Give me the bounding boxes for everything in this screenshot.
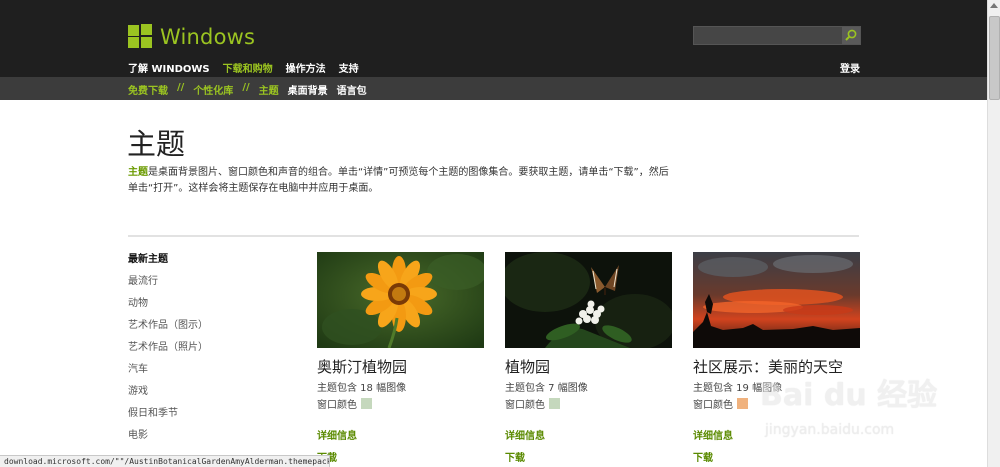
- window-color-swatch: [549, 398, 560, 409]
- breadcrumb-separator: //: [242, 82, 250, 93]
- windows-logo[interactable]: Windows: [128, 24, 255, 49]
- search-input[interactable]: [694, 27, 842, 44]
- window-color-swatch: [361, 398, 372, 409]
- windows-flag-icon: [128, 24, 153, 49]
- nav-how-to[interactable]: 操作方法: [286, 60, 326, 75]
- main-nav: 了解 WINDOWS 下载和购物 操作方法 支持: [128, 60, 359, 75]
- search-icon: [845, 29, 857, 41]
- download-link[interactable]: 下载: [505, 449, 672, 464]
- baidu-watermark-url: jingyan.baidu.com: [765, 422, 895, 438]
- divider: [128, 235, 859, 237]
- baidu-watermark: Bai du 经验 jingyan.baidu.com: [760, 370, 985, 452]
- page-title: 主题: [127, 127, 186, 161]
- intro-line-1: 是桌面背景图片、窗口颜色和声音的组合。单击“详情”可预览每个主题的图像集合。要获…: [148, 167, 669, 178]
- theme-title[interactable]: 植物园: [505, 356, 672, 377]
- breadcrumb-free-downloads[interactable]: 免费下载: [128, 82, 168, 97]
- nav-learn-windows[interactable]: 了解 WINDOWS: [128, 60, 210, 75]
- category-item-movies[interactable]: 电影: [128, 428, 208, 450]
- theme-card: 奥斯汀植物园 主题包含 18 幅图像 窗口颜色 详细信息 下载: [317, 252, 484, 464]
- logo-text: Windows: [160, 24, 256, 49]
- subnav-language-packs[interactable]: 语言包: [337, 82, 367, 97]
- scroll-up-arrow-icon[interactable]: [990, 3, 998, 8]
- window-color-label: 窗口颜色: [505, 400, 545, 411]
- theme-thumbnail-sunset-sky[interactable]: [693, 252, 860, 348]
- category-item-art-illustrated[interactable]: 艺术作品（图示）: [128, 318, 208, 340]
- theme-image-count: 主题包含 7 幅图像: [505, 383, 588, 394]
- login-link[interactable]: 登录: [840, 60, 860, 75]
- breadcrumb-personalization[interactable]: 个性化库: [193, 82, 233, 97]
- breadcrumb: 免费下载 // 个性化库 // 主题 桌面背景 语言包: [0, 77, 988, 100]
- intro-line-2: 单击“打开”。这样会将主题保存在电脑中并应用于桌面。: [128, 182, 379, 194]
- category-item-newest[interactable]: 最新主题: [128, 252, 208, 274]
- category-list: 最新主题 最流行 动物 艺术作品（图示） 艺术作品（照片） 汽车 游戏 假日和季…: [128, 252, 208, 450]
- theme-thumbnail-butterfly[interactable]: [505, 252, 672, 348]
- category-item-games[interactable]: 游戏: [128, 384, 208, 406]
- nav-downloads-shopping[interactable]: 下载和购物: [223, 60, 273, 75]
- theme-image-count: 主题包含 18 幅图像: [317, 383, 407, 394]
- intro-text: 主题是桌面背景图片、窗口颜色和声音的组合。单击“详情”可预览每个主题的图像集合。…: [128, 165, 673, 196]
- browser-status-bar: download.microsoft.com/""/AustinBotanica…: [0, 455, 330, 467]
- breadcrumb-themes[interactable]: 主题: [259, 82, 279, 97]
- window-color-swatch: [737, 398, 748, 409]
- theme-card: 植物园 主题包含 7 幅图像 窗口颜色 详细信息 下载: [505, 252, 672, 464]
- intro-highlight[interactable]: 主题: [128, 167, 148, 178]
- search-box: [693, 26, 861, 45]
- search-button[interactable]: [842, 27, 860, 44]
- category-item-animals[interactable]: 动物: [128, 296, 208, 318]
- breadcrumb-separator: //: [177, 82, 185, 93]
- window-color: 窗口颜色: [505, 396, 672, 411]
- details-link[interactable]: 详细信息: [317, 427, 484, 442]
- download-link[interactable]: 下载: [317, 449, 484, 464]
- baidu-watermark-logo: Bai du 经验: [760, 378, 938, 413]
- window-color-label: 窗口颜色: [693, 400, 733, 411]
- nav-support[interactable]: 支持: [339, 60, 359, 75]
- window-color-label: 窗口颜色: [317, 400, 357, 411]
- window-color: 窗口颜色: [317, 396, 484, 411]
- theme-thumbnail-orange-flower[interactable]: [317, 252, 484, 348]
- theme-title[interactable]: 奥斯汀植物园: [317, 356, 484, 377]
- category-item-popular[interactable]: 最流行: [128, 274, 208, 296]
- top-header: Windows 了解 WINDOWS 下载和购物 操作方法 支持 登录: [0, 0, 988, 77]
- vertical-scrollbar[interactable]: [987, 0, 1000, 467]
- details-link[interactable]: 详细信息: [505, 427, 672, 442]
- category-item-cars[interactable]: 汽车: [128, 362, 208, 384]
- subnav-desktop-backgrounds[interactable]: 桌面背景: [288, 82, 328, 97]
- category-item-holidays-seasons[interactable]: 假日和季节: [128, 406, 208, 428]
- category-item-art-photographic[interactable]: 艺术作品（照片）: [128, 340, 208, 362]
- scrollbar-thumb[interactable]: [989, 16, 1000, 100]
